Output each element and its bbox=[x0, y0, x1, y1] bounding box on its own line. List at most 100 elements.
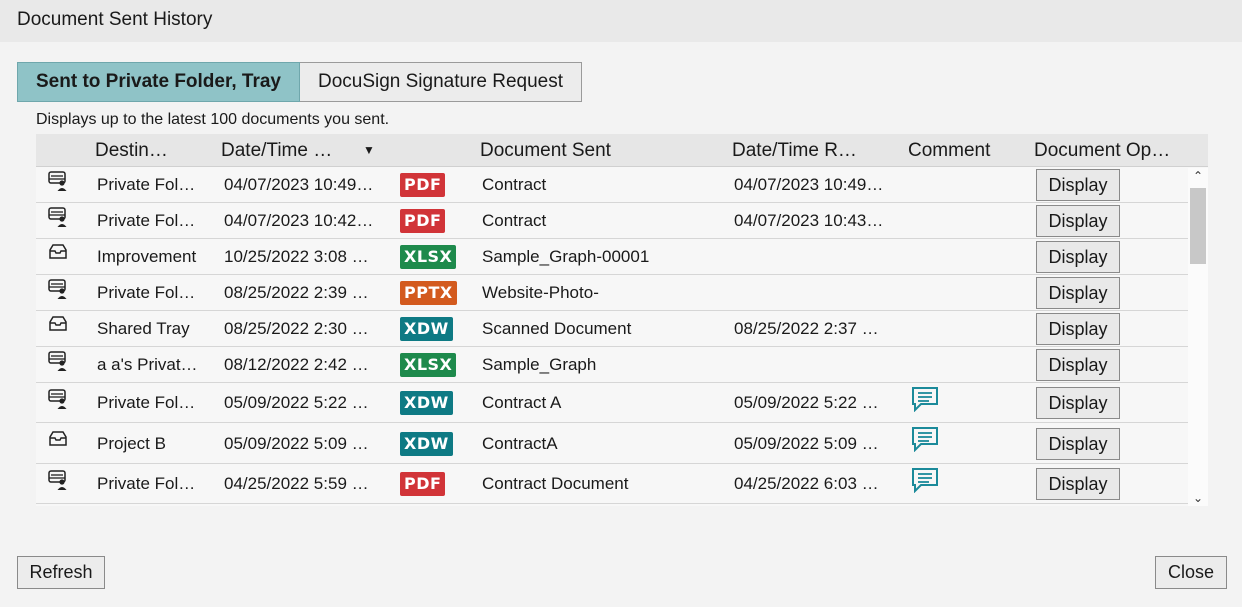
document-name-cell[interactable]: Contract A bbox=[482, 383, 722, 423]
date-sent-cell: 10/25/2022 3:08 … bbox=[224, 247, 369, 266]
display-button-face[interactable]: Display bbox=[1036, 169, 1120, 201]
display-button[interactable]: Display bbox=[1036, 464, 1126, 504]
table-row[interactable]: Private Fol… 08/25/2022 2:39 … PPTX Website… bbox=[36, 275, 1188, 311]
document-name-cell[interactable]: ContractA bbox=[482, 423, 722, 464]
table-row[interactable]: Project B 05/09/2022 5:09 … XDW ContractA 05… bbox=[36, 423, 1188, 464]
file-type-badge: XDW bbox=[400, 423, 460, 464]
destination-cell: Private Fol… bbox=[97, 393, 196, 412]
destination-cell bbox=[97, 504, 212, 506]
destination-cell: Shared Tray bbox=[97, 319, 190, 338]
history-table: Destin… Date/Time … ▼ Document Sent Date… bbox=[36, 134, 1208, 506]
scroll-thumb[interactable] bbox=[1190, 188, 1206, 264]
header-date-received[interactable]: Date/Time R… bbox=[732, 134, 857, 167]
date-sent-cell bbox=[224, 504, 384, 506]
display-button-face[interactable]: Display bbox=[1036, 468, 1120, 500]
tray-icon bbox=[47, 239, 71, 267]
document-name-cell[interactable]: Contract bbox=[482, 167, 722, 203]
header-destination[interactable]: Destin… bbox=[95, 134, 168, 167]
close-button[interactable]: Close bbox=[1155, 556, 1227, 589]
table-header: Destin… Date/Time … ▼ Document Sent Date… bbox=[36, 134, 1208, 167]
document-name-cell[interactable]: Scanned Document bbox=[482, 311, 722, 347]
date-received-cell bbox=[734, 347, 894, 383]
display-button[interactable]: Display bbox=[1036, 239, 1126, 275]
destination-cell: a a's Privat… bbox=[97, 355, 198, 374]
display-button[interactable]: Display bbox=[1036, 347, 1126, 383]
table-row[interactable]: Shared Tray 08/25/2022 2:30 … XDW Scanned D… bbox=[36, 311, 1188, 347]
document-name-cell[interactable]: Website-Photo- bbox=[482, 275, 722, 311]
file-type-badge: XLSX bbox=[400, 347, 460, 383]
date-sent-cell: 05/09/2022 5:09 … bbox=[224, 434, 369, 453]
document-name-cell[interactable]: Contract bbox=[482, 203, 722, 239]
comment-icon[interactable] bbox=[911, 423, 941, 464]
file-type-badge: XDW bbox=[400, 311, 460, 347]
private-folder-icon bbox=[47, 347, 71, 375]
display-button[interactable]: Display bbox=[1036, 383, 1126, 423]
table-row[interactable]: a a's Privat… 08/12/2022 2:42 … XLSX Sample… bbox=[36, 347, 1188, 383]
date-received-cell: 04/07/2023 10:49… bbox=[734, 175, 884, 194]
comment-icon[interactable] bbox=[911, 383, 941, 423]
tray-icon bbox=[47, 311, 71, 339]
comment-icon[interactable] bbox=[911, 464, 941, 504]
private-folder-icon bbox=[47, 275, 71, 303]
display-button[interactable] bbox=[1036, 504, 1126, 506]
sort-descending-icon: ▼ bbox=[363, 143, 375, 157]
table-row[interactable]: Private Fol… 04/07/2023 10:42… PDF Contract… bbox=[36, 203, 1188, 239]
scroll-down-icon[interactable]: ⌄ bbox=[1188, 490, 1208, 506]
table-body: Private Fol… 04/07/2023 10:49… PDF Contract… bbox=[36, 167, 1188, 506]
display-button[interactable]: Display bbox=[1036, 423, 1126, 464]
table-row[interactable]: Improvement 10/25/2022 3:08 … XLSX Sample_G… bbox=[36, 239, 1188, 275]
display-button[interactable]: Display bbox=[1036, 167, 1126, 203]
file-type-badge: PDF bbox=[400, 464, 460, 504]
date-sent-cell: 05/09/2022 5:22 … bbox=[224, 393, 369, 412]
document-name-cell[interactable]: Sample_Graph bbox=[482, 347, 722, 383]
description-text: Displays up to the latest 100 documents … bbox=[36, 111, 390, 128]
header-document-options[interactable]: Document Op… bbox=[1034, 134, 1170, 167]
display-button-face[interactable]: Display bbox=[1036, 313, 1120, 345]
document-name-cell[interactable]: Sample_Graph-00001 bbox=[482, 239, 722, 275]
file-type-badge: PPTX bbox=[400, 275, 460, 311]
header-document-sent[interactable]: Document Sent bbox=[480, 134, 611, 167]
date-received-cell bbox=[734, 504, 894, 506]
destination-cell: Private Fol… bbox=[97, 474, 196, 493]
table-row[interactable]: Private Fol… 04/07/2023 10:49… PDF Contract… bbox=[36, 167, 1188, 203]
refresh-button[interactable]: Refresh bbox=[17, 556, 105, 589]
document-name-cell[interactable] bbox=[482, 504, 722, 506]
table-row[interactable]: Private Fol… 05/09/2022 5:22 … XDW Contract… bbox=[36, 383, 1188, 423]
file-type-badge: XLSX bbox=[400, 239, 460, 275]
display-button-face[interactable]: Display bbox=[1036, 277, 1120, 309]
date-sent-cell: 08/12/2022 2:42 … bbox=[224, 355, 369, 374]
table-row[interactable] bbox=[36, 504, 1188, 506]
tab-private-folder-tray[interactable]: Sent to Private Folder, Tray bbox=[17, 62, 300, 102]
date-sent-cell: 04/25/2022 5:59 … bbox=[224, 474, 369, 493]
display-button-face[interactable]: Display bbox=[1036, 205, 1120, 237]
header-date-sent[interactable]: Date/Time … bbox=[221, 134, 332, 167]
destination-cell: Private Fol… bbox=[97, 175, 196, 194]
document-name-cell[interactable]: Contract Document bbox=[482, 464, 722, 504]
header-comment[interactable]: Comment bbox=[908, 134, 990, 167]
table-scrollbar[interactable]: ⌃ ⌄ bbox=[1188, 168, 1208, 506]
destination-cell: Project B bbox=[97, 434, 166, 453]
private-folder-icon bbox=[47, 504, 71, 506]
private-folder-icon bbox=[47, 464, 71, 496]
tab-docusign-request[interactable]: DocuSign Signature Request bbox=[299, 62, 583, 102]
private-folder-icon bbox=[47, 203, 71, 231]
file-type-badge: PDF bbox=[400, 167, 460, 203]
date-sent-cell: 04/07/2023 10:49… bbox=[224, 175, 374, 194]
file-type-badge: XDW bbox=[400, 383, 460, 423]
tab-bar: Sent to Private Folder, Tray DocuSign Si… bbox=[17, 62, 583, 102]
display-button[interactable]: Display bbox=[1036, 311, 1126, 347]
destination-cell: Private Fol… bbox=[97, 211, 196, 230]
display-button-face[interactable]: Display bbox=[1036, 241, 1120, 273]
destination-cell: Private Fol… bbox=[97, 283, 196, 302]
display-button-face[interactable]: Display bbox=[1036, 349, 1120, 381]
display-button[interactable]: Display bbox=[1036, 275, 1126, 311]
tray-icon bbox=[47, 423, 71, 456]
display-button-face[interactable]: Display bbox=[1036, 427, 1120, 460]
display-button-face[interactable]: Display bbox=[1036, 387, 1120, 419]
date-received-cell: 05/09/2022 5:09 … bbox=[734, 434, 879, 453]
scroll-up-icon[interactable]: ⌃ bbox=[1188, 168, 1208, 184]
table-row[interactable]: Private Fol… 04/25/2022 5:59 … PDF Contract… bbox=[36, 464, 1188, 504]
date-received-cell: 04/07/2023 10:43… bbox=[734, 211, 884, 230]
comment-icon[interactable] bbox=[911, 504, 941, 506]
display-button[interactable]: Display bbox=[1036, 203, 1126, 239]
